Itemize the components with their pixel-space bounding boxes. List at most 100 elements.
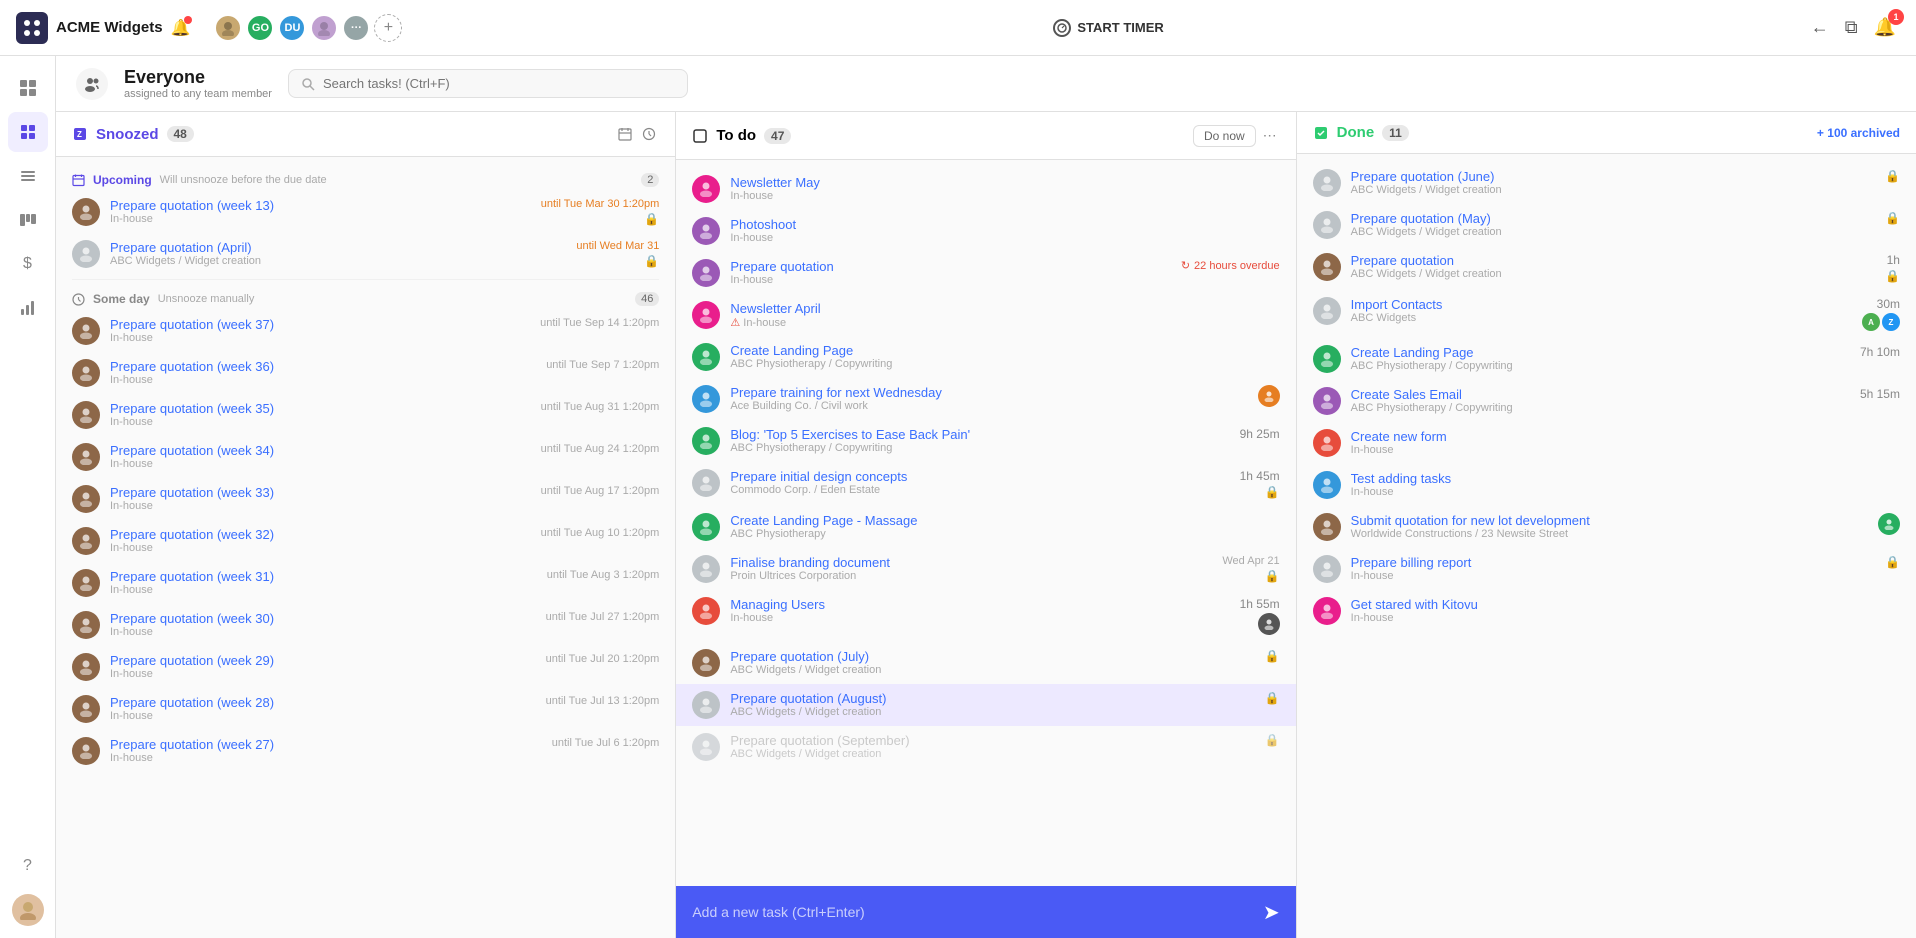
task-name: Prepare quotation (week 36)	[110, 359, 536, 374]
task-item[interactable]: Create Landing PageABC Physiotherapy / C…	[1297, 338, 1916, 380]
inline-av: Z	[1882, 313, 1900, 331]
task-item[interactable]: Prepare quotation (week 37)In-houseuntil…	[56, 310, 675, 352]
task-item[interactable]: Prepare quotation (May)ABC Widgets / Wid…	[1297, 204, 1916, 246]
notification-count: 1	[1888, 9, 1904, 25]
todo-col-header: To do 47 Do now ⋯	[676, 112, 1295, 160]
task-item[interactable]: PhotoshootIn-house	[676, 210, 1295, 252]
task-item[interactable]: Prepare quotation (week 13) In-house unt…	[56, 191, 675, 233]
task-item[interactable]: Prepare initial design conceptsCommodo C…	[676, 462, 1295, 506]
bookmark-button[interactable]: ⧉	[1841, 13, 1862, 42]
task-item[interactable]: Prepare quotation (July)ABC Widgets / Wi…	[676, 642, 1295, 684]
task-item[interactable]: Prepare training for next WednesdayAce B…	[676, 378, 1295, 420]
sidebar-item-timer[interactable]	[8, 112, 48, 152]
task-sub: In-house	[110, 213, 531, 225]
task-name: Prepare quotation (August)	[730, 691, 1254, 706]
start-timer-button[interactable]: START TIMER	[1053, 19, 1163, 37]
task-avatar	[72, 401, 100, 429]
task-item[interactable]: Prepare quotation (week 27)In-houseuntil…	[56, 730, 675, 772]
task-content: Prepare quotationABC Widgets / Widget cr…	[1351, 253, 1875, 280]
task-item[interactable]: Prepare quotation (week 33)In-houseuntil…	[56, 478, 675, 520]
task-item[interactable]: Prepare quotation (week 34)In-houseuntil…	[56, 436, 675, 478]
todo-more-btn[interactable]: ⋯	[1260, 124, 1280, 147]
task-sub: ABC Physiotherapy / Copywriting	[730, 358, 1279, 370]
sidebar-item-list[interactable]	[8, 156, 48, 196]
archived-button[interactable]: + 100 archived	[1817, 126, 1900, 140]
task-item[interactable]: Newsletter MayIn-house	[676, 168, 1295, 210]
task-meta: 🔒	[1885, 169, 1900, 183]
sidebar-item-grid[interactable]	[8, 68, 48, 108]
snoozed-clock-btn[interactable]	[639, 124, 659, 144]
task-content: Managing UsersIn-house	[730, 597, 1229, 624]
todo-column: To do 47 Do now ⋯ Newsletter MayIn-house…	[676, 112, 1296, 938]
task-item[interactable]: Create Landing PageABC Physiotherapy / C…	[676, 336, 1295, 378]
sidebar-item-help[interactable]: ?	[8, 846, 48, 886]
task-item[interactable]: Prepare quotation (week 35)In-houseuntil…	[56, 394, 675, 436]
task-item[interactable]: Create Sales EmailABC Physiotherapy / Co…	[1297, 380, 1916, 422]
avatar-3[interactable]: DU	[278, 14, 306, 42]
task-name: Newsletter April	[730, 301, 1279, 316]
task-item[interactable]: Prepare quotation (August)ABC Widgets / …	[676, 684, 1295, 726]
task-item[interactable]: Prepare quotation (September)ABC Widgets…	[676, 726, 1295, 768]
task-name: Prepare quotation (week 30)	[110, 611, 536, 626]
lock-icon: 🔒	[1885, 211, 1900, 225]
task-item[interactable]: Finalise branding documentProin Ultrices…	[676, 548, 1295, 590]
task-item[interactable]: Prepare quotation (week 32)In-houseuntil…	[56, 520, 675, 562]
sidebar-item-billing[interactable]: $	[8, 244, 48, 284]
task-item[interactable]: Prepare quotation (week 31)In-houseuntil…	[56, 562, 675, 604]
avatar-4[interactable]	[310, 14, 338, 42]
task-item[interactable]: Prepare quotation (April) ABC Widgets / …	[56, 233, 675, 275]
do-now-button[interactable]: Do now	[1193, 125, 1256, 147]
task-item[interactable]: Create Landing Page - MassageABC Physiot…	[676, 506, 1295, 548]
task-item[interactable]: Import ContactsABC Widgets30mAZ	[1297, 290, 1916, 338]
task-item[interactable]: Create new formIn-house	[1297, 422, 1916, 464]
task-sub: In-house	[1351, 444, 1900, 456]
task-item[interactable]: Prepare quotationIn-house↻ 22 hours over…	[676, 252, 1295, 294]
back-button[interactable]: ←	[1807, 13, 1833, 42]
task-item[interactable]: Newsletter April⚠ In-house	[676, 294, 1295, 336]
snoozed-calendar-btn[interactable]	[615, 124, 635, 144]
task-meta: 🔒	[1265, 733, 1280, 747]
snoozed-col-actions	[615, 124, 659, 144]
search-input[interactable]	[323, 76, 675, 91]
task-avatar	[1313, 345, 1341, 373]
search-box[interactable]	[288, 69, 688, 98]
user-avatar[interactable]	[12, 894, 44, 926]
task-item[interactable]: Test adding tasksIn-house	[1297, 464, 1916, 506]
task-content: Prepare quotation (August)ABC Widgets / …	[730, 691, 1254, 718]
task-item[interactable]: Prepare quotation (week 29)In-houseuntil…	[56, 646, 675, 688]
add-member-button[interactable]: +	[374, 14, 402, 42]
task-item[interactable]: Get stared with KitovuIn-house	[1297, 590, 1916, 632]
topbar-right: ← ⧉ 🔔 1	[1807, 13, 1900, 42]
sidebar-item-reports[interactable]	[8, 288, 48, 328]
avatar-more[interactable]: ···	[342, 14, 370, 42]
task-item[interactable]: Prepare billing reportIn-house🔒	[1297, 548, 1916, 590]
task-avatar	[72, 443, 100, 471]
task-date: until Tue Sep 7 1:20pm	[546, 359, 659, 371]
task-item[interactable]: Prepare quotationABC Widgets / Widget cr…	[1297, 246, 1916, 290]
task-item[interactable]: Prepare quotation (week 30)In-houseuntil…	[56, 604, 675, 646]
task-item[interactable]: Submit quotation for new lot development…	[1297, 506, 1916, 548]
avatar-2[interactable]: GO	[246, 14, 274, 42]
task-content: Prepare quotation (week 28)In-house	[110, 695, 536, 722]
topbar: ACME Widgets 🔔 GO DU ··· + START TIMER ←…	[0, 0, 1916, 56]
task-meta: until Tue Aug 17 1:20pm	[541, 485, 660, 497]
task-sub: In-house	[730, 274, 1170, 286]
avatar-1[interactable]	[214, 14, 242, 42]
add-task-input[interactable]	[692, 904, 1263, 920]
sidebar-item-board[interactable]	[8, 200, 48, 240]
snoozed-col-count: 48	[167, 126, 194, 142]
task-sub: In-house	[110, 416, 531, 428]
send-task-button[interactable]: ➤	[1263, 900, 1280, 925]
task-avatar	[72, 737, 100, 765]
task-item[interactable]: Prepare quotation (week 28)In-houseuntil…	[56, 688, 675, 730]
task-meta: Wed Apr 21🔒	[1222, 555, 1279, 583]
task-avatar	[72, 485, 100, 513]
task-item[interactable]: Prepare quotation (week 36)In-houseuntil…	[56, 352, 675, 394]
task-item[interactable]: Prepare quotation (June)ABC Widgets / Wi…	[1297, 162, 1916, 204]
task-sub: Worldwide Constructions / 23 Newsite Str…	[1351, 528, 1868, 540]
task-item[interactable]: Blog: 'Top 5 Exercises to Ease Back Pain…	[676, 420, 1295, 462]
task-avatar	[1313, 169, 1341, 197]
task-item[interactable]: Managing UsersIn-house1h 55m	[676, 590, 1295, 642]
notification-bell[interactable]: 🔔	[171, 18, 191, 38]
task-sub: In-house	[730, 612, 1229, 624]
